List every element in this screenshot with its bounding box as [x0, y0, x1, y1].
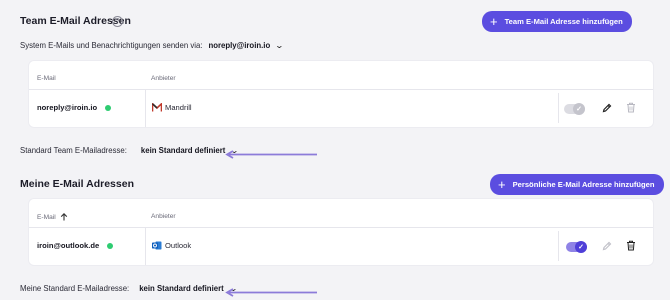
- annotation-arrow: [225, 146, 318, 159]
- system-sender-row: System E-Mails und Benachrichtigungen se…: [20, 41, 284, 50]
- annotation-arrow: [225, 284, 318, 297]
- outlook-icon: [152, 241, 162, 250]
- personal-default-label: Meine Standard E-Mailadresse:: [20, 284, 130, 293]
- table-row-provider: Outlook: [152, 241, 191, 250]
- team-default-row: Standard Team E-Mailadresse: kein Standa…: [20, 146, 239, 155]
- add-team-email-label: Team E-Mail Adresse hinzufügen: [504, 17, 623, 26]
- enable-toggle[interactable]: ✓: [566, 241, 587, 253]
- email-address: iroin@outlook.de: [37, 241, 100, 250]
- arrow-left-icon: [225, 150, 317, 159]
- delete-trash-icon[interactable]: [626, 240, 636, 251]
- column-header-email[interactable]: E-Mail: [37, 213, 68, 221]
- divider: [558, 93, 559, 123]
- edit-pencil-icon[interactable]: [602, 103, 612, 113]
- enable-toggle[interactable]: ✓: [564, 103, 585, 115]
- system-sender-select[interactable]: noreply@iroin.io: [208, 41, 270, 50]
- personal-default-select[interactable]: kein Standard definiert: [139, 284, 223, 293]
- add-personal-email-label: Persönliche E-Mail Adresse hinzufügen: [512, 180, 655, 189]
- team-default-label: Standard Team E-Mailadresse:: [20, 146, 127, 155]
- add-personal-email-button[interactable]: + Persönliche E-Mail Adresse hinzufügen: [490, 174, 664, 195]
- help-icon[interactable]: ?: [112, 16, 123, 27]
- team-default-select[interactable]: kein Standard definiert: [141, 146, 225, 155]
- team-email-table: E-Mail Anbieter noreply@iroin.io Mandril…: [28, 60, 654, 128]
- column-header-email-label: E-Mail: [37, 213, 56, 221]
- provider-name: Outlook: [165, 241, 192, 250]
- column-header-email[interactable]: E-Mail: [37, 75, 56, 82]
- column-header-provider: Anbieter: [151, 75, 176, 82]
- table-row-provider: Mandrill: [152, 103, 192, 112]
- divider: [145, 227, 146, 265]
- personal-email-table: E-Mail Anbieter iroin@outlook.de Outlook…: [28, 198, 654, 266]
- chevron-down-icon[interactable]: ⌄: [275, 41, 284, 50]
- provider-name: Mandrill: [165, 103, 192, 112]
- arrow-left-icon: [225, 288, 317, 297]
- column-header-provider: Anbieter: [151, 213, 176, 220]
- table-row-email: iroin@outlook.de: [37, 241, 114, 250]
- status-dot: [107, 242, 114, 249]
- personal-default-row: Meine Standard E-Mailadresse: kein Stand…: [20, 284, 238, 293]
- edit-pencil-icon[interactable]: [602, 241, 612, 251]
- divider: [145, 89, 146, 127]
- plus-icon: +: [498, 177, 506, 192]
- divider: [29, 89, 653, 90]
- email-address: noreply@iroin.io: [37, 103, 98, 112]
- personal-section-title: Meine E-Mail Adressen: [20, 178, 134, 190]
- plus-icon: +: [490, 14, 498, 29]
- divider: [558, 231, 559, 261]
- check-icon: ✓: [575, 241, 587, 253]
- mandrill-icon: [152, 103, 162, 112]
- check-icon: ✓: [573, 103, 585, 115]
- sort-ascending-icon[interactable]: [60, 213, 68, 221]
- divider: [29, 227, 653, 228]
- add-team-email-button[interactable]: + Team E-Mail Adresse hinzufügen: [482, 11, 632, 32]
- system-sender-label: System E-Mails und Benachrichtigungen se…: [20, 41, 203, 50]
- status-dot: [105, 104, 112, 111]
- table-row-email: noreply@iroin.io: [37, 103, 112, 112]
- delete-trash-icon[interactable]: [626, 102, 636, 113]
